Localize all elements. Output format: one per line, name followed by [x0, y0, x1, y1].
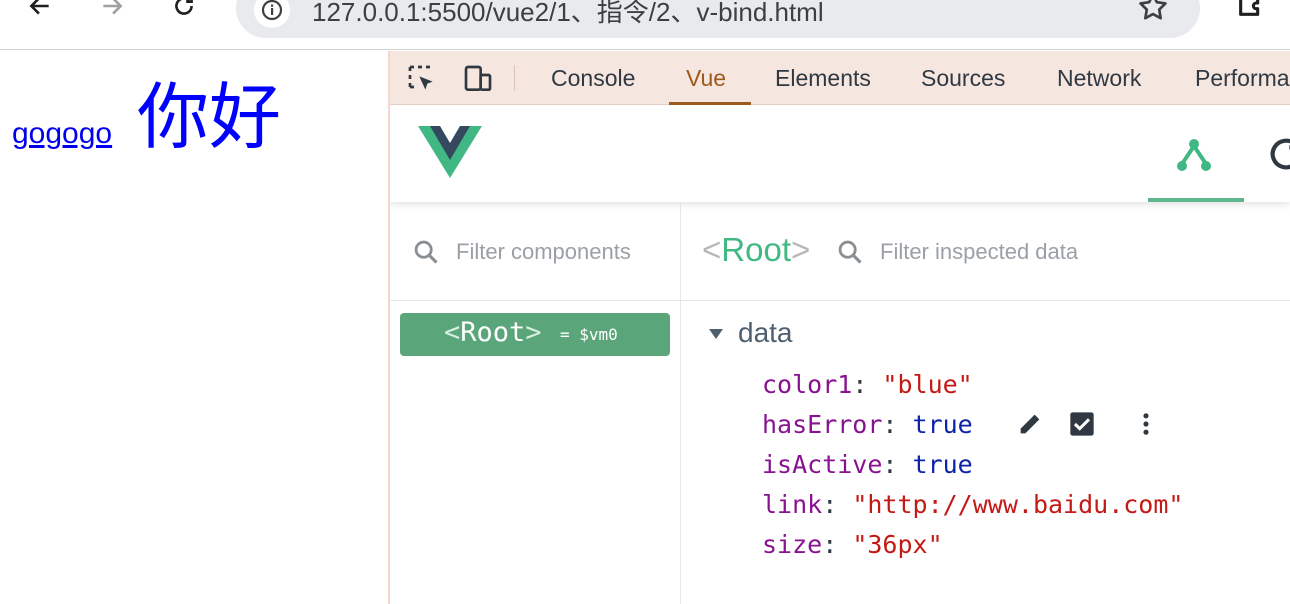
vue-logo-icon	[418, 126, 482, 178]
devtools-tabbar: Console Vue Elements Sources Network Per…	[390, 51, 1290, 105]
search-icon	[838, 240, 862, 264]
reload-icon	[175, 0, 193, 15]
inspected-component-title: <Root>	[702, 231, 811, 268]
checkbox-checked-icon[interactable]	[1068, 410, 1096, 438]
filter-inspected-data-input[interactable]: Filter inspected data	[880, 239, 1078, 265]
back-button[interactable]	[20, 0, 60, 26]
url-text[interactable]: 127.0.0.1:5500/vue2/1、指令/2、v-bind.html	[312, 0, 824, 29]
data-prop-row[interactable]: size: "36px"	[762, 528, 943, 562]
data-prop-row[interactable]: color1: "blue"	[762, 368, 973, 402]
data-prop-row[interactable]: hasError: true	[762, 408, 973, 442]
page-viewport: gogogo 你好	[0, 51, 388, 604]
prop-colon: :	[882, 410, 913, 439]
prop-value: "36px"	[852, 530, 943, 559]
browser-toolbar: 127.0.0.1:5500/vue2/1、指令/2、v-bind.html	[0, 0, 1290, 50]
more-options-icon[interactable]	[1132, 410, 1160, 438]
edit-pencil-icon[interactable]	[1016, 410, 1044, 438]
data-prop-row[interactable]: isActive: true	[762, 448, 973, 482]
device-toolbar-icon[interactable]	[462, 63, 494, 95]
bookmark-star-icon[interactable]	[1136, 0, 1170, 24]
components-tab-indicator	[1148, 198, 1244, 202]
prop-value: true	[912, 410, 973, 439]
tab-performance[interactable]: Performa	[1195, 65, 1290, 92]
caret-down-icon[interactable]	[708, 328, 724, 340]
inspect-element-icon[interactable]	[406, 63, 438, 95]
prop-colon: :	[882, 450, 913, 479]
pane-divider[interactable]	[680, 203, 681, 604]
prop-value: "blue"	[882, 370, 973, 399]
prop-key: size	[762, 530, 823, 559]
component-tree-item-root[interactable]: <Root> = $vm0	[400, 313, 670, 356]
prop-key: link	[762, 490, 823, 519]
prop-value: true	[912, 450, 973, 479]
hello-text: 你好	[137, 75, 282, 159]
forward-button[interactable]	[92, 0, 132, 26]
arrow-right-icon	[103, 0, 123, 15]
component-vm-ref: = $vm0	[560, 325, 618, 344]
search-icon	[414, 240, 438, 264]
page-link[interactable]: gogogo	[12, 117, 112, 151]
devtools-panel: Console Vue Elements Sources Network Per…	[390, 51, 1290, 604]
prop-value: "http://www.baidu.com"	[852, 490, 1184, 519]
tab-network[interactable]: Network	[1057, 65, 1141, 92]
prop-colon: :	[822, 490, 853, 519]
active-tab-indicator	[669, 102, 751, 105]
prop-key: isActive	[762, 450, 883, 479]
tab-vue[interactable]: Vue	[686, 65, 726, 92]
components-tree-icon[interactable]	[1174, 134, 1214, 174]
vue-devtools-header	[390, 106, 1290, 202]
data-section-label[interactable]: data	[738, 317, 793, 349]
component-name: <Root>	[444, 317, 542, 348]
filter-components-input[interactable]: Filter components	[456, 239, 631, 265]
site-info-icon[interactable]	[254, 0, 290, 28]
tab-separator	[514, 65, 515, 91]
tab-elements[interactable]: Elements	[775, 65, 871, 92]
reload-button[interactable]	[164, 0, 204, 26]
tab-console[interactable]: Console	[551, 65, 635, 92]
timeline-icon[interactable]	[1266, 134, 1290, 174]
prop-colon: :	[852, 370, 883, 399]
data-prop-row[interactable]: link: "http://www.baidu.com"	[762, 488, 1183, 522]
prop-key: color1	[762, 370, 853, 399]
arrow-left-icon	[29, 0, 49, 15]
filter-row: Filter components <Root> Filter inspecte…	[390, 203, 1290, 301]
tab-sources[interactable]: Sources	[921, 65, 1005, 92]
extensions-icon[interactable]	[1232, 0, 1272, 20]
prop-key: hasError	[762, 410, 883, 439]
prop-colon: :	[822, 530, 853, 559]
address-bar[interactable]: 127.0.0.1:5500/vue2/1、指令/2、v-bind.html	[236, 0, 1200, 38]
